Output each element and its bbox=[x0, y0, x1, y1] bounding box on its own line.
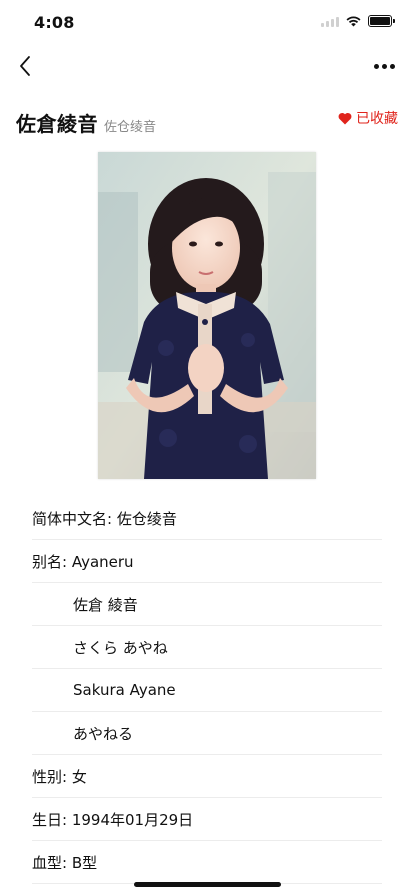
info-row-gender: 性别: 女 bbox=[32, 755, 382, 798]
chevron-left-icon bbox=[20, 56, 30, 76]
info-text: 生日: 1994年01月29日 bbox=[32, 810, 194, 829]
info-row-alias: 别名: Ayaneru bbox=[32, 540, 382, 583]
info-row-alias-5: あやねる bbox=[32, 712, 382, 755]
info-row-alias-3: さくら あやね bbox=[32, 626, 382, 669]
heart-icon bbox=[338, 112, 352, 124]
info-text: 佐倉 綾音 bbox=[73, 595, 138, 614]
status-bar: 4:08 bbox=[0, 0, 414, 44]
status-time: 4:08 bbox=[34, 13, 75, 32]
more-dot bbox=[389, 63, 395, 69]
more-dot bbox=[373, 63, 379, 69]
info-row-chinese-name: 简体中文名: 佐仓绫音 bbox=[32, 497, 382, 540]
wifi-icon bbox=[346, 16, 361, 27]
info-row-birthday: 生日: 1994年01月29日 bbox=[32, 798, 382, 841]
battery-icon bbox=[368, 15, 395, 27]
info-text: あやねる bbox=[73, 724, 134, 743]
info-row-alias-2: 佐倉 綾音 bbox=[32, 583, 382, 626]
page-title: 佐倉綾音 bbox=[16, 112, 98, 136]
signal-icon bbox=[321, 16, 339, 27]
more-dot bbox=[381, 63, 387, 69]
info-row-blood-type: 血型: B型 bbox=[32, 841, 382, 884]
info-text: Sakura Ayane bbox=[73, 681, 176, 699]
name-header: 佐倉綾音 佐仓绫音 已收藏 bbox=[16, 108, 398, 138]
back-button[interactable] bbox=[14, 52, 42, 80]
info-row-alias-4: Sakura Ayane bbox=[32, 669, 382, 712]
info-text: 别名: Ayaneru bbox=[32, 552, 134, 571]
status-icons bbox=[321, 15, 395, 27]
home-indicator[interactable] bbox=[134, 882, 281, 887]
portrait-image bbox=[98, 152, 316, 479]
info-text: 简体中文名: 佐仓绫音 bbox=[32, 509, 177, 528]
page-subtitle: 佐仓绫音 bbox=[104, 120, 157, 135]
favorite-button[interactable]: 已收藏 bbox=[338, 108, 398, 128]
more-button[interactable] bbox=[370, 56, 398, 76]
info-text: 性别: 女 bbox=[32, 767, 87, 786]
info-list: 简体中文名: 佐仓绫音 别名: Ayaneru 佐倉 綾音 さくら あやね Sa… bbox=[32, 497, 382, 884]
info-text: さくら あやね bbox=[73, 638, 168, 657]
profile-photo bbox=[98, 152, 316, 479]
favorite-label: 已收藏 bbox=[356, 111, 398, 127]
info-text: 血型: B型 bbox=[32, 853, 98, 872]
